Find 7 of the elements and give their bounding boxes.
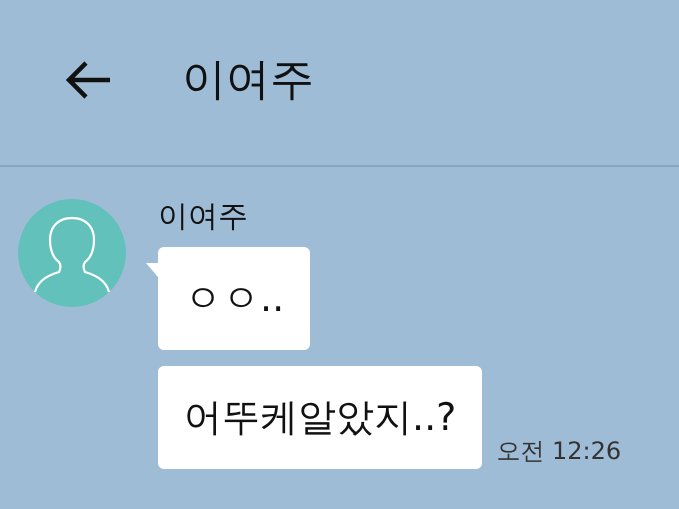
avatar-icon <box>18 199 126 307</box>
message-bubble: 어뚜케알았지..? <box>158 366 482 469</box>
back-icon[interactable] <box>64 60 112 100</box>
sender-name: 이여주 <box>158 199 248 235</box>
bubble-tail-icon <box>146 263 158 277</box>
message-time: 오전 12:26 <box>496 436 622 467</box>
chat-title: 이여주 <box>182 53 314 107</box>
